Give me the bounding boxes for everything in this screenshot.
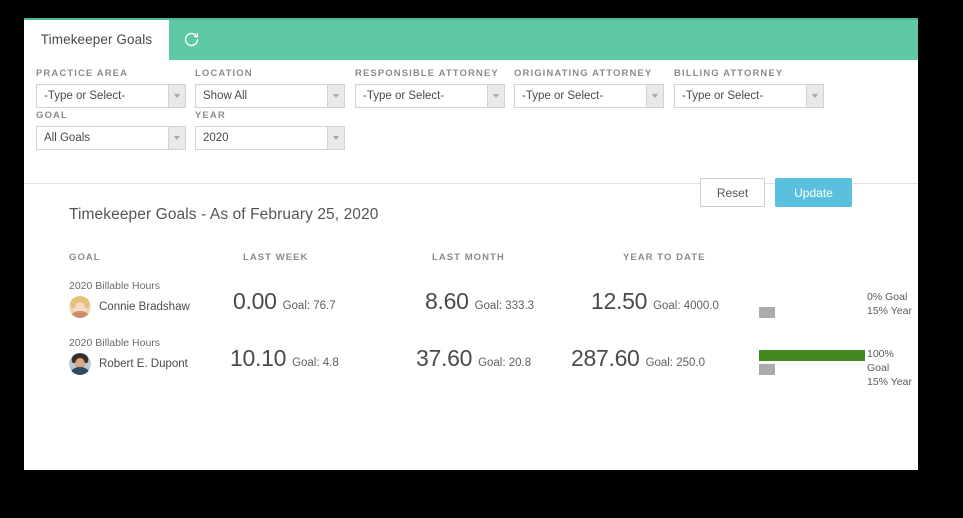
responsible-attorney-select[interactable]: -Type or Select- [355, 84, 505, 108]
filter-panel: PRACTICE AREA -Type or Select- LOCATION … [24, 60, 918, 207]
tab-bar: Timekeeper Goals [24, 18, 918, 60]
page-title: Timekeeper Goals - As of February 25, 20… [69, 206, 379, 223]
column-header-last-week: LAST WEEK [243, 252, 309, 263]
application-window: Timekeeper Goals PRACTICE AREA -Type or … [24, 18, 918, 470]
practice-area-value: -Type or Select- [44, 90, 126, 102]
filter-location: LOCATION Show All [195, 68, 345, 108]
tab-timekeeper-goals[interactable]: Timekeeper Goals [24, 18, 169, 60]
year-select[interactable]: 2020 [195, 126, 345, 150]
tab-label: Timekeeper Goals [40, 31, 153, 47]
year-percent-label: 15% Year [867, 305, 912, 317]
metric-year-to-date-goal: Goal: 250.0 [645, 357, 706, 369]
metric-last-month: 37.60 Goal: 20.8 [416, 345, 531, 372]
metric-last-month-goal: Goal: 333.3 [474, 300, 535, 312]
practice-area-select[interactable]: -Type or Select- [36, 84, 186, 108]
year-value: 2020 [203, 132, 229, 144]
location-select[interactable]: Show All [195, 84, 345, 108]
metric-year-to-date-goal: Goal: 4000.0 [653, 300, 719, 312]
progress-bars [759, 293, 865, 318]
chevron-down-icon [487, 85, 504, 107]
metric-last-month-value: 8.60 [425, 288, 469, 314]
filter-responsible-attorney-label: RESPONSIBLE ATTORNEY [355, 68, 499, 79]
chevron-down-icon [327, 85, 344, 107]
progress-labels: 100% Goal 15% Year [867, 347, 918, 389]
metric-year-to-date: 287.60 Goal: 250.0 [571, 345, 705, 372]
metric-last-week-value: 10.10 [230, 345, 287, 371]
goal-value: All Goals [44, 132, 91, 144]
report-section: Timekeeper Goals - As of February 25, 20… [24, 184, 918, 392]
year-progress-track [759, 364, 865, 375]
row-person: Robert E. Dupont [69, 353, 188, 375]
filter-practice-area: PRACTICE AREA -Type or Select- [36, 68, 186, 108]
avatar [69, 353, 91, 375]
metric-last-month-value: 37.60 [416, 345, 473, 371]
originating-attorney-value: -Type or Select- [522, 90, 604, 102]
responsible-attorney-value: -Type or Select- [363, 90, 445, 102]
row-person-name: Connie Bradshaw [99, 301, 190, 313]
goal-progress-track [759, 293, 865, 304]
billing-attorney-value: -Type or Select- [682, 90, 764, 102]
row-goal-name: 2020 Billable Hours [69, 280, 161, 292]
chevron-down-icon [168, 127, 185, 149]
column-header-year-to-date: YEAR TO DATE [623, 252, 706, 263]
filter-billing-attorney-label: BILLING ATTORNEY [674, 68, 784, 79]
filter-billing-attorney: BILLING ATTORNEY -Type or Select- [674, 68, 824, 108]
goal-percent-label: 0% Goal [867, 291, 908, 303]
year-progress-fill [759, 307, 775, 318]
filter-originating-attorney: ORIGINATING ATTORNEY -Type or Select- [514, 68, 664, 108]
metric-last-week-goal: Goal: 76.7 [282, 300, 336, 312]
table-row[interactable]: 2020 Billable Hours Robert E. Dupont 10.… [24, 335, 918, 392]
metric-last-month-goal: Goal: 20.8 [478, 357, 532, 369]
metric-last-week: 10.10 Goal: 4.8 [230, 345, 339, 372]
refresh-icon [184, 32, 198, 46]
metric-last-week-goal: Goal: 4.8 [292, 357, 339, 369]
filter-originating-attorney-label: ORIGINATING ATTORNEY [514, 68, 653, 79]
avatar [69, 296, 91, 318]
refresh-button[interactable] [169, 18, 213, 60]
year-progress-track [759, 307, 865, 318]
location-value: Show All [203, 90, 248, 102]
progress-labels: 0% Goal 15% Year [867, 290, 912, 318]
filter-responsible-attorney: RESPONSIBLE ATTORNEY -Type or Select- [355, 68, 505, 108]
year-progress-fill [759, 364, 775, 375]
year-percent-label: 15% Year [867, 376, 912, 388]
chevron-down-icon [806, 85, 823, 107]
chevron-down-icon [327, 127, 344, 149]
filter-location-label: LOCATION [195, 68, 253, 79]
column-header-row: GOAL LAST WEEK LAST MONTH YEAR TO DATE [24, 252, 918, 272]
metric-last-week-value: 0.00 [233, 288, 277, 314]
row-person: Connie Bradshaw [69, 296, 190, 318]
metric-last-week: 0.00 Goal: 76.7 [233, 288, 336, 315]
row-goal-name: 2020 Billable Hours [69, 337, 161, 349]
column-header-last-month: LAST MONTH [432, 252, 505, 263]
row-person-name: Robert E. Dupont [99, 358, 188, 370]
table-row[interactable]: 2020 Billable Hours Connie Bradshaw 0.00… [24, 278, 918, 335]
goal-progress-fill [759, 350, 865, 361]
filter-year: YEAR 2020 [195, 110, 345, 150]
column-header-goal: GOAL [69, 252, 101, 263]
originating-attorney-select[interactable]: -Type or Select- [514, 84, 664, 108]
filter-year-label: YEAR [195, 110, 226, 121]
progress-bars [759, 350, 865, 375]
goal-percent-label: 100% Goal [867, 348, 894, 374]
metric-year-to-date-value: 12.50 [591, 288, 648, 314]
metric-last-month: 8.60 Goal: 333.3 [425, 288, 534, 315]
billing-attorney-select[interactable]: -Type or Select- [674, 84, 824, 108]
chevron-down-icon [168, 85, 185, 107]
metric-year-to-date-value: 287.60 [571, 345, 640, 371]
filter-goal-label: GOAL [36, 110, 68, 121]
filter-goal: GOAL All Goals [36, 110, 186, 150]
goal-select[interactable]: All Goals [36, 126, 186, 150]
metric-year-to-date: 12.50 Goal: 4000.0 [591, 288, 719, 315]
chevron-down-icon [646, 85, 663, 107]
goal-progress-track [759, 350, 865, 361]
filter-practice-area-label: PRACTICE AREA [36, 68, 129, 79]
